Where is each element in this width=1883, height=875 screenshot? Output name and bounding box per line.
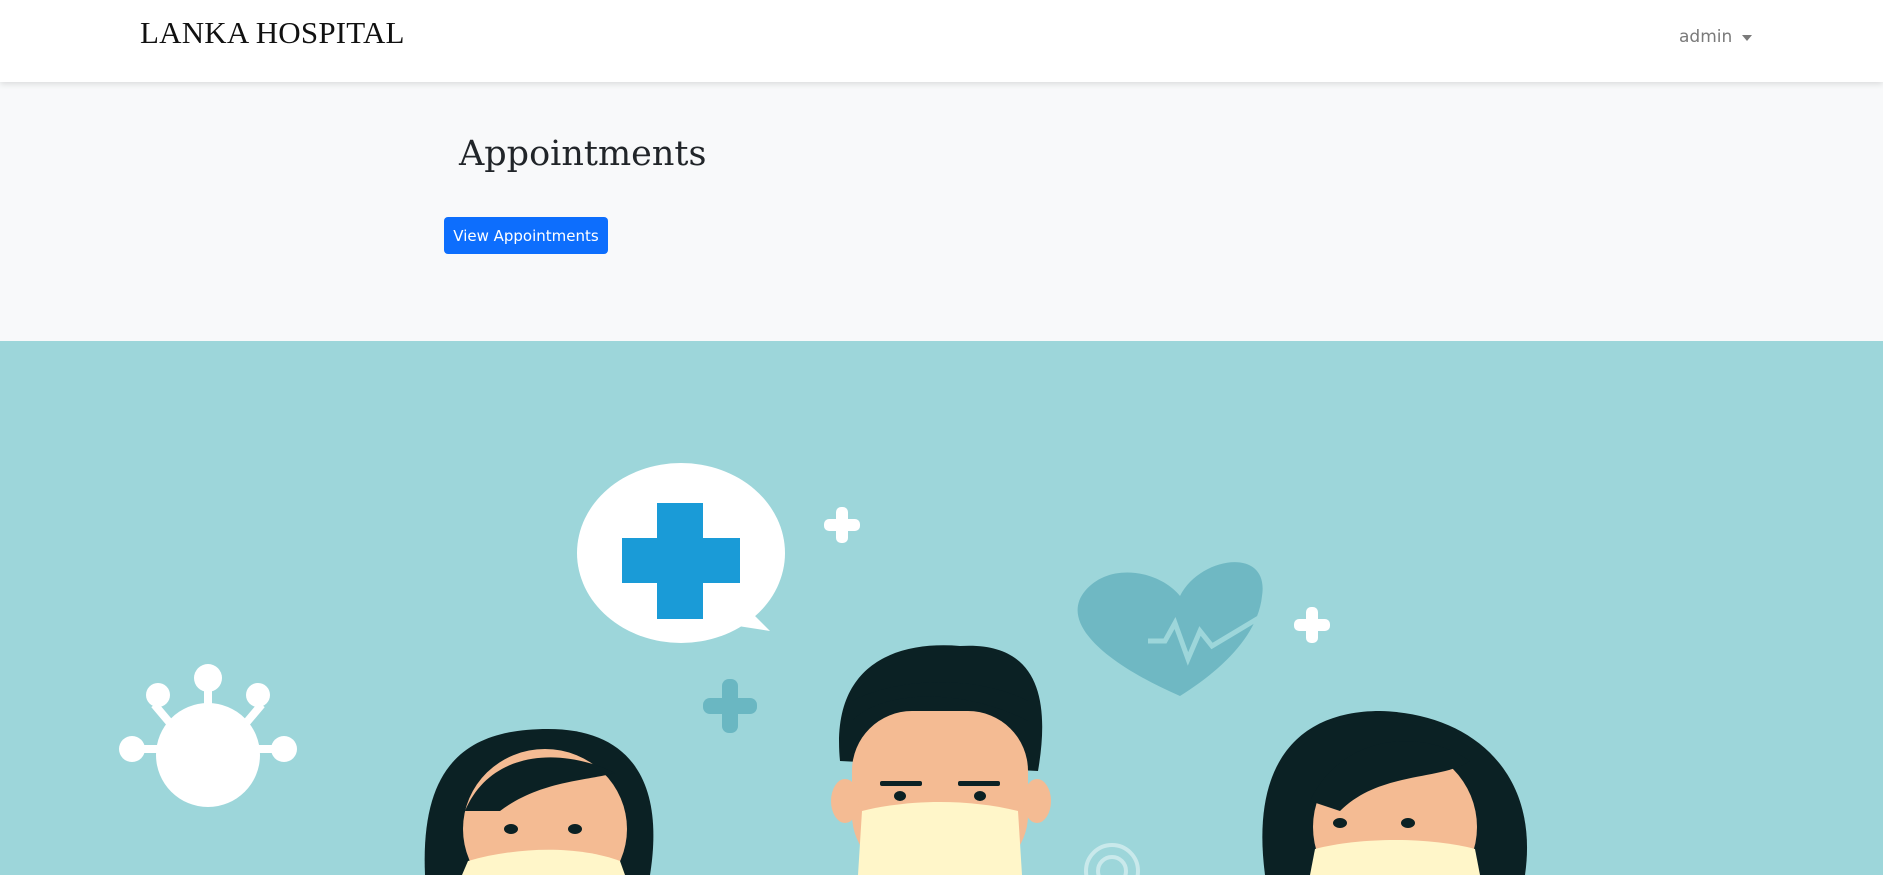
appointments-section: Appointments View Appointments [0, 82, 1883, 341]
hero-illustration [0, 341, 1883, 875]
page-title: Appointments [459, 134, 707, 174]
person-woman-left [424, 729, 654, 875]
person-woman-right [1262, 711, 1528, 875]
plus-icon [1294, 607, 1330, 643]
virus-icon [119, 664, 297, 807]
plus-icon [824, 507, 860, 543]
user-menu-label: admin [1679, 27, 1733, 47]
person-man-center [831, 645, 1051, 875]
user-menu-dropdown[interactable]: admin [1679, 27, 1753, 47]
heart-pulse-icon [1077, 562, 1264, 696]
caret-down-icon [1742, 35, 1753, 41]
brand-logo-text[interactable]: LANKA HOSPITAL [140, 15, 405, 51]
plus-icon [703, 679, 757, 733]
hero-illustration-svg [119, 463, 1528, 875]
speech-bubble-cross-icon [577, 463, 785, 643]
view-appointments-button[interactable]: View Appointments [444, 217, 608, 254]
decorative-circle [1084, 843, 1140, 875]
top-navbar: LANKA HOSPITAL admin [0, 0, 1883, 82]
